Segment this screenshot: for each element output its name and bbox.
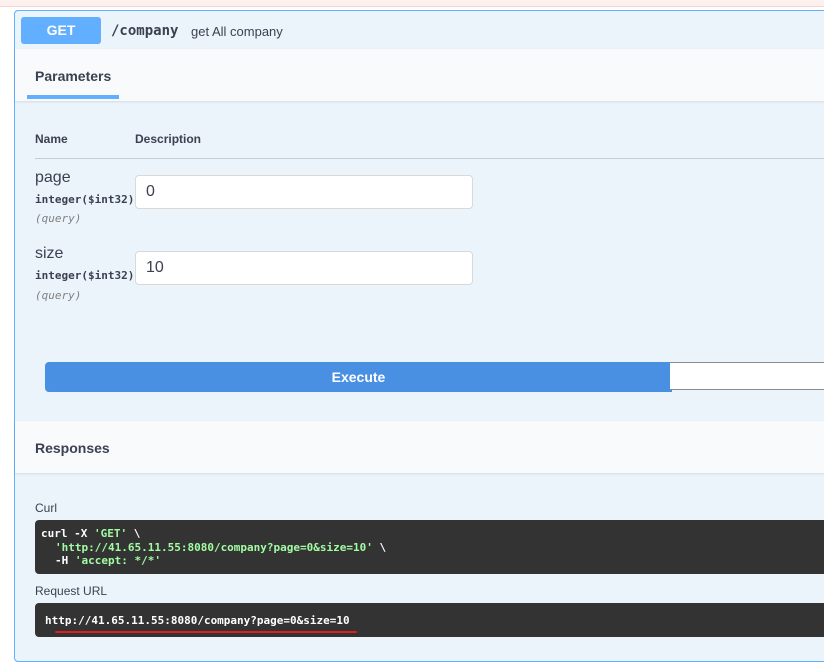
curl-line-2: 'http://41.65.11.55:8080/company?page=0&… <box>55 541 386 554</box>
param-type-page: integer($int32) <box>35 193 135 206</box>
tab-parameters[interactable]: Parameters <box>35 68 111 84</box>
param-type-size: integer($int32) <box>35 269 135 282</box>
responses-header: Responses <box>15 421 824 473</box>
clear-button[interactable] <box>670 362 824 390</box>
parameters-table-divider <box>35 158 824 159</box>
column-description-header: Description <box>135 132 202 146</box>
curl-header-value: 'accept: */*' <box>74 554 161 567</box>
param-name-size: size <box>35 245 64 262</box>
operation-description: get All company <box>191 24 283 39</box>
size-input[interactable]: 10 <box>135 251 473 285</box>
curl-header-flag: -H <box>55 554 75 567</box>
curl-line-1-end: \ <box>127 527 141 540</box>
operation-summary[interactable]: GET /company get All company <box>15 11 824 49</box>
method-badge[interactable]: GET <box>21 17 101 44</box>
operation-block-get-company: GET /company get All company Parameters … <box>14 10 824 662</box>
annotation-underline-request-url <box>55 631 357 633</box>
page-input[interactable]: 0 <box>135 175 473 209</box>
param-location-size: (query) <box>35 289 82 302</box>
curl-line-3: -H 'accept: */*' <box>55 554 161 567</box>
param-name-page: page <box>35 169 71 186</box>
request-url-label: Request URL <box>35 584 108 598</box>
curl-label: Curl <box>35 501 58 515</box>
request-url-text: http://41.65.11.55:8080/company?page=0&s… <box>45 614 350 627</box>
curl-code-block[interactable]: curl -X 'GET' \ 'http://41.65.11.55:8080… <box>35 520 824 574</box>
tab-parameters-underline <box>27 95 119 99</box>
top-strip <box>0 0 824 7</box>
param-location-page: (query) <box>35 212 82 225</box>
execute-button[interactable]: Execute <box>45 362 672 392</box>
curl-method: 'GET' <box>93 527 128 540</box>
curl-url: 'http://41.65.11.55:8080/company?page=0&… <box>55 541 373 554</box>
curl-command: curl -X <box>41 527 94 540</box>
curl-line-2-end: \ <box>372 541 387 554</box>
curl-line-1: curl -X 'GET' \ <box>41 527 140 540</box>
responses-title: Responses <box>35 440 110 456</box>
parameters-header: Parameters <box>15 49 824 101</box>
column-name-header: Name <box>35 132 68 146</box>
operation-path: /company <box>111 23 179 39</box>
